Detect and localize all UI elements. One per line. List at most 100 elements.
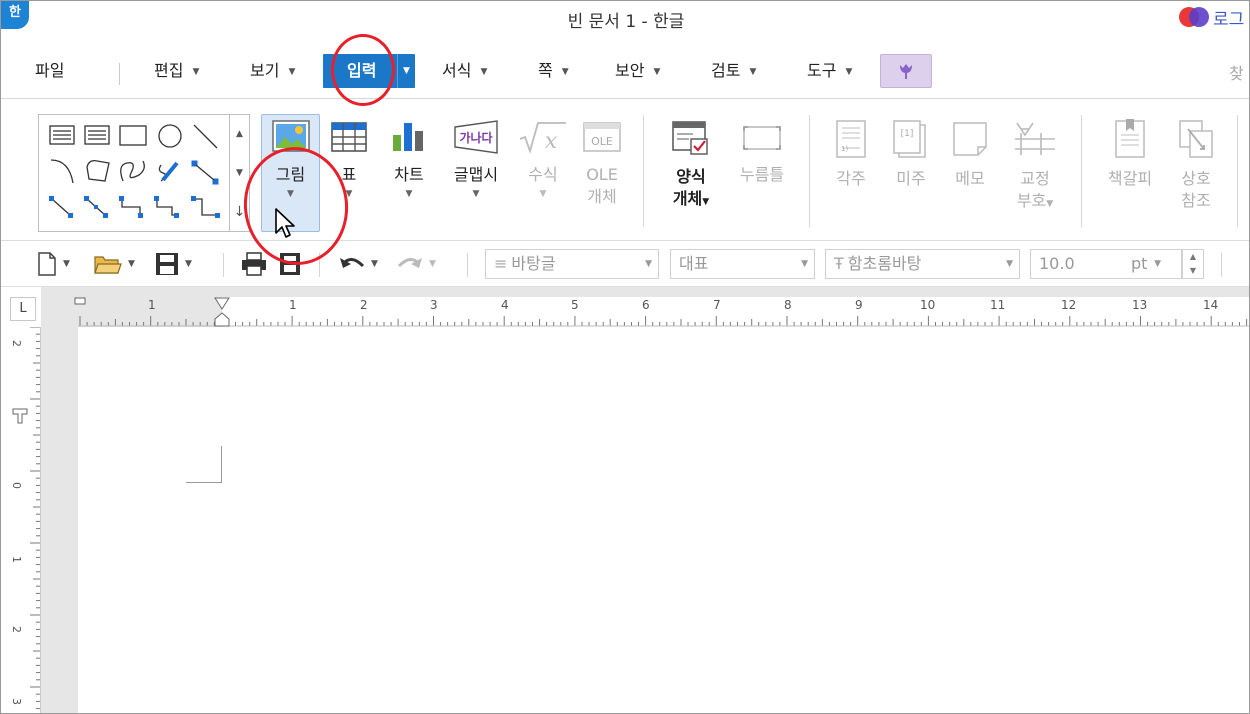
open-document-button[interactable]: ▼	[94, 251, 135, 277]
chevron-down-icon[interactable]: ▼	[128, 259, 135, 269]
menu-tools[interactable]: 도구 ▼	[807, 54, 852, 88]
chevron-down-icon: ▼	[653, 66, 661, 77]
chevron-down-icon: ▼	[845, 66, 853, 77]
svg-text:[1]: [1]	[901, 129, 914, 139]
chevron-down-icon: ▼	[480, 66, 488, 77]
paragraph-style-select[interactable]: ≡ 바탕글 ▼	[485, 249, 659, 279]
toolbar-divider	[467, 253, 468, 277]
cross-reference-line1: 상호	[1181, 169, 1211, 188]
cross-reference-line2: 참조	[1181, 191, 1211, 210]
chart-button[interactable]: 차트 ▼	[387, 119, 431, 199]
ruler-number: 13	[1132, 298, 1148, 312]
menu-label: 파일	[35, 61, 65, 80]
ole-label: OLE 개체	[579, 164, 625, 208]
tab-type-toggle[interactable]: L	[10, 297, 36, 321]
ole-label-line1: OLE	[586, 165, 618, 184]
chevron-down-icon[interactable]: ▼	[447, 189, 505, 199]
menu-label: 도구	[807, 61, 837, 80]
menu-view[interactable]: 보기 ▼	[250, 54, 295, 88]
ruler-number: 14	[1203, 298, 1219, 312]
title-bar: 한 빈 문서 1 - 한글 로그	[1, 1, 1249, 37]
ruler-number: 3	[10, 698, 23, 705]
form-object-button[interactable]: 양식 개체▼	[665, 119, 717, 213]
svg-text:1): 1)	[841, 145, 848, 153]
text-area-corner-mark	[186, 446, 222, 483]
undo-button[interactable]: ▼	[339, 251, 378, 277]
chevron-down-icon[interactable]: ▼	[185, 259, 192, 269]
chevron-down-icon: ▼	[288, 66, 296, 77]
login-button[interactable]: 로그	[1179, 5, 1244, 30]
stepper-down-icon[interactable]: ▼	[1183, 264, 1203, 278]
workspace-margin-top	[41, 287, 1249, 297]
equation-button[interactable]: x 수식 ▼	[517, 119, 569, 199]
ole-label-line2: 개체	[587, 187, 617, 206]
proofread-mark-button[interactable]: 교정 부호▼	[1009, 119, 1061, 215]
ribbon-divider	[643, 115, 644, 227]
chevron-down-icon: ▼	[561, 66, 569, 77]
memo-button[interactable]: 메모	[947, 119, 993, 190]
vertical-ruler[interactable]: 2 1 0 2 3	[1, 327, 41, 713]
footnote-button[interactable]: 1) 각주	[829, 119, 873, 190]
ruler-number: 2	[360, 298, 368, 312]
equation-icon: x	[519, 122, 566, 154]
chevron-down-icon[interactable]: ▼	[387, 189, 431, 199]
endnote-button[interactable]: [1] 미주	[889, 119, 933, 190]
menu-review[interactable]: 검토 ▼	[711, 54, 756, 88]
search-label[interactable]: 찾	[1229, 60, 1244, 84]
cross-reference-icon	[1179, 120, 1213, 158]
chevron-down-icon: ▼	[1006, 259, 1013, 269]
vertical-margin-marker-icon[interactable]	[11, 407, 29, 425]
menu-page[interactable]: 쪽 ▼	[538, 54, 569, 88]
menu-label: 편집	[154, 61, 184, 80]
ruler-number: 5	[571, 298, 579, 312]
bookmark-label: 책갈피	[1107, 169, 1153, 188]
shape-gallery[interactable]	[38, 114, 233, 232]
language-select[interactable]: 대표 ▼	[670, 249, 815, 279]
ole-icon-text: OLE	[591, 135, 613, 148]
stepper-up-icon[interactable]: ▲	[1183, 250, 1203, 264]
left-margin-marker-icon[interactable]	[74, 297, 86, 305]
font-size-input[interactable]: 10.0 pt ▼	[1030, 249, 1182, 279]
ruler-number: 1	[148, 298, 156, 312]
hwp-window: 한 빈 문서 1 - 한글 로그 파일 편집 ▼ 보기 ▼ 입력 ▼ 서식 ▼ 쪽 ▼ 보…	[0, 0, 1250, 714]
tulip-icon	[900, 64, 912, 79]
chevron-down-icon[interactable]: ▼	[429, 259, 436, 269]
toolbar-divider	[1221, 253, 1222, 277]
scroll-up-icon[interactable]: ▲	[230, 115, 249, 153]
voice-assistant-button[interactable]	[880, 54, 932, 88]
save-button[interactable]: ▼	[155, 251, 192, 277]
ole-object-button[interactable]: OLE OLE 개체	[579, 119, 625, 208]
glyph-art-button[interactable]: 가나다 글맵시 ▼	[447, 119, 505, 199]
menu-format[interactable]: 서식 ▼	[442, 54, 487, 88]
cross-reference-button[interactable]: 상호참조	[1171, 119, 1221, 212]
cross-reference-label: 상호참조	[1171, 168, 1221, 212]
chevron-down-icon[interactable]: ▼	[397, 54, 415, 88]
chevron-down-icon[interactable]: ▼	[63, 259, 70, 269]
horizontal-ruler[interactable]: 1 1 2 3 4 5 6 7 8 9 10 11 12 13 14	[74, 297, 1249, 327]
indent-marker-icon[interactable]	[214, 297, 230, 327]
chevron-down-icon[interactable]: ▼	[371, 259, 378, 269]
redo-button[interactable]: ▼	[397, 251, 436, 277]
field-button[interactable]: 누름틀	[733, 119, 791, 186]
chevron-down-icon[interactable]: ▼	[517, 189, 569, 199]
ribbon: ▲ ▼ ↓ 그림 ▼ 표 ▼ 차트 ▼ 가나다 글맵시 ▼ x 수식 ▼ OLE…	[1, 101, 1249, 241]
bookmark-button[interactable]: 책갈피	[1099, 119, 1161, 190]
menu-security[interactable]: 보안 ▼	[615, 54, 660, 88]
ribbon-divider	[1081, 115, 1082, 227]
table-icon	[331, 122, 367, 152]
ruler-number: 4	[501, 298, 509, 312]
ruler-number: 2	[10, 340, 23, 347]
new-document-button[interactable]: ▼	[37, 251, 70, 277]
form-object-line1: 양식	[676, 167, 706, 186]
field-icon	[743, 126, 781, 150]
menu-file[interactable]: 파일	[35, 54, 64, 88]
document-page[interactable]	[78, 327, 1249, 713]
ribbon-divider	[1237, 115, 1238, 227]
proofread-line2: 부호	[1016, 191, 1047, 210]
menu-label: 보안	[615, 61, 645, 80]
menu-edit[interactable]: 편집 ▼	[154, 54, 199, 88]
font-size-stepper[interactable]: ▲ ▼	[1182, 249, 1204, 279]
font-select[interactable]: Ŧ 함초롬바탕 ▼	[825, 249, 1020, 279]
print-button[interactable]	[241, 251, 267, 277]
mouse-cursor-icon	[275, 208, 295, 238]
